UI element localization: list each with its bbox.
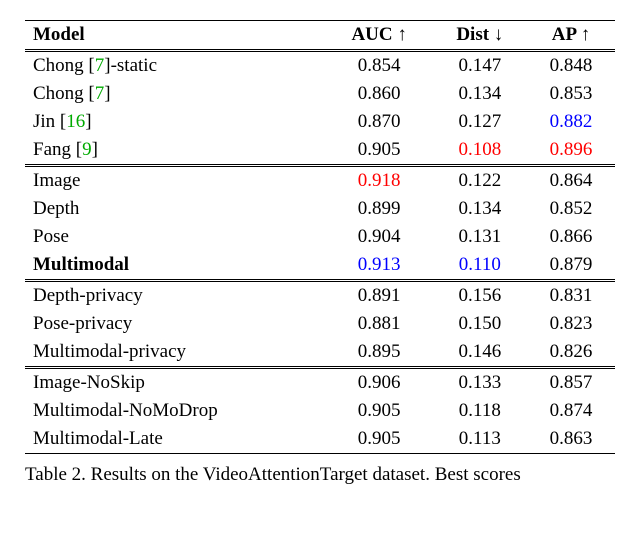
cell-model: Jin [16] <box>25 108 326 136</box>
cell-auc: 0.899 <box>326 195 433 223</box>
table-row: Fang [9]0.9050.1080.896 <box>25 136 615 166</box>
table-row: Multimodal-privacy 0.8950.1460.826 <box>25 338 615 368</box>
cell-model: Multimodal-NoMoDrop <box>25 397 326 425</box>
cell-model: Pose <box>25 223 326 251</box>
cell-dist: 0.122 <box>433 166 527 196</box>
cell-model: Pose-privacy <box>25 310 326 338</box>
table-header-row: Model AUC ↑ Dist ↓ AP ↑ <box>25 21 615 51</box>
cell-auc: 0.906 <box>326 368 433 398</box>
cell-auc: 0.904 <box>326 223 433 251</box>
citation-link[interactable]: 16 <box>66 111 85 132</box>
cell-ap: 0.857 <box>527 368 615 398</box>
cell-auc: 0.854 <box>326 51 433 81</box>
cell-ap: 0.823 <box>527 310 615 338</box>
table-row: Multimodal 0.9130.1100.879 <box>25 251 615 281</box>
table-row: Jin [16]0.8700.1270.882 <box>25 108 615 136</box>
cell-dist: 0.110 <box>433 251 527 281</box>
cell-ap: 0.853 <box>527 80 615 108</box>
cell-dist: 0.127 <box>433 108 527 136</box>
table-row: Image 0.9180.1220.864 <box>25 166 615 196</box>
table-row: Depth 0.8990.1340.852 <box>25 195 615 223</box>
table-row: Chong [7]0.8600.1340.853 <box>25 80 615 108</box>
model-text: Pose <box>33 226 69 247</box>
model-text: Jin [ <box>33 111 66 132</box>
model-text: Multimodal-privacy <box>33 341 186 362</box>
cell-auc: 0.891 <box>326 281 433 311</box>
cell-dist: 0.134 <box>433 195 527 223</box>
table-row: Multimodal-NoMoDrop 0.9050.1180.874 <box>25 397 615 425</box>
col-auc: AUC ↑ <box>326 21 433 51</box>
cell-auc: 0.913 <box>326 251 433 281</box>
cell-dist: 0.156 <box>433 281 527 311</box>
model-text: ] <box>85 111 91 132</box>
cell-model: Multimodal-Late <box>25 425 326 454</box>
citation-link[interactable]: 7 <box>95 83 105 104</box>
model-text: ] <box>104 83 110 104</box>
cell-ap: 0.864 <box>527 166 615 196</box>
cell-auc: 0.918 <box>326 166 433 196</box>
cell-auc: 0.860 <box>326 80 433 108</box>
cell-dist: 0.133 <box>433 368 527 398</box>
model-text: Pose-privacy <box>33 313 132 334</box>
model-text: ] <box>92 139 98 160</box>
table-row: Chong [7]-static0.8540.1470.848 <box>25 51 615 81</box>
cell-model: Chong [7]-static <box>25 51 326 81</box>
cell-auc: 0.870 <box>326 108 433 136</box>
cell-dist: 0.118 <box>433 397 527 425</box>
cell-ap: 0.863 <box>527 425 615 454</box>
model-text: Image-NoSkip <box>33 372 145 393</box>
table-row: Multimodal-Late 0.9050.1130.863 <box>25 425 615 454</box>
cell-dist: 0.150 <box>433 310 527 338</box>
cell-model: Chong [7] <box>25 80 326 108</box>
model-text: Chong [ <box>33 55 95 76</box>
model-text: Image <box>33 170 80 191</box>
cell-auc: 0.905 <box>326 397 433 425</box>
cell-dist: 0.108 <box>433 136 527 166</box>
col-dist: Dist ↓ <box>433 21 527 51</box>
cell-auc: 0.881 <box>326 310 433 338</box>
cell-auc: 0.905 <box>326 425 433 454</box>
model-text: ]-static <box>104 55 157 76</box>
cell-ap: 0.848 <box>527 51 615 81</box>
table-row: Pose 0.9040.1310.866 <box>25 223 615 251</box>
model-text: Multimodal-Late <box>33 428 163 449</box>
cell-auc: 0.895 <box>326 338 433 368</box>
cell-ap: 0.879 <box>527 251 615 281</box>
cell-ap: 0.896 <box>527 136 615 166</box>
citation-link[interactable]: 7 <box>95 55 105 76</box>
cell-dist: 0.146 <box>433 338 527 368</box>
cell-model: Depth <box>25 195 326 223</box>
cell-auc: 0.905 <box>326 136 433 166</box>
model-text: Multimodal-NoMoDrop <box>33 400 218 421</box>
cell-dist: 0.147 <box>433 51 527 81</box>
table-caption: Table 2. Results on the VideoAttentionTa… <box>25 464 615 486</box>
cell-ap: 0.826 <box>527 338 615 368</box>
cell-dist: 0.131 <box>433 223 527 251</box>
cell-ap: 0.866 <box>527 223 615 251</box>
cell-dist: 0.113 <box>433 425 527 454</box>
cell-model: Multimodal <box>25 251 326 281</box>
table-row: Pose-privacy 0.8810.1500.823 <box>25 310 615 338</box>
cell-ap: 0.852 <box>527 195 615 223</box>
model-text: Depth-privacy <box>33 285 143 306</box>
model-text: Depth <box>33 198 79 219</box>
cell-model: Image-NoSkip <box>25 368 326 398</box>
results-table: Model AUC ↑ Dist ↓ AP ↑ Chong [7]-static… <box>25 20 615 454</box>
cell-ap: 0.882 <box>527 108 615 136</box>
col-ap: AP ↑ <box>527 21 615 51</box>
table-row: Image-NoSkip 0.9060.1330.857 <box>25 368 615 398</box>
cell-model: Depth-privacy <box>25 281 326 311</box>
table-row: Depth-privacy 0.8910.1560.831 <box>25 281 615 311</box>
cell-ap: 0.831 <box>527 281 615 311</box>
model-text: Chong [ <box>33 83 95 104</box>
model-text: Multimodal <box>33 254 129 275</box>
cell-dist: 0.134 <box>433 80 527 108</box>
cell-model: Fang [9] <box>25 136 326 166</box>
cell-model: Image <box>25 166 326 196</box>
col-model: Model <box>25 21 326 51</box>
cell-model: Multimodal-privacy <box>25 338 326 368</box>
cell-ap: 0.874 <box>527 397 615 425</box>
citation-link[interactable]: 9 <box>82 139 92 160</box>
model-text: Fang [ <box>33 139 82 160</box>
